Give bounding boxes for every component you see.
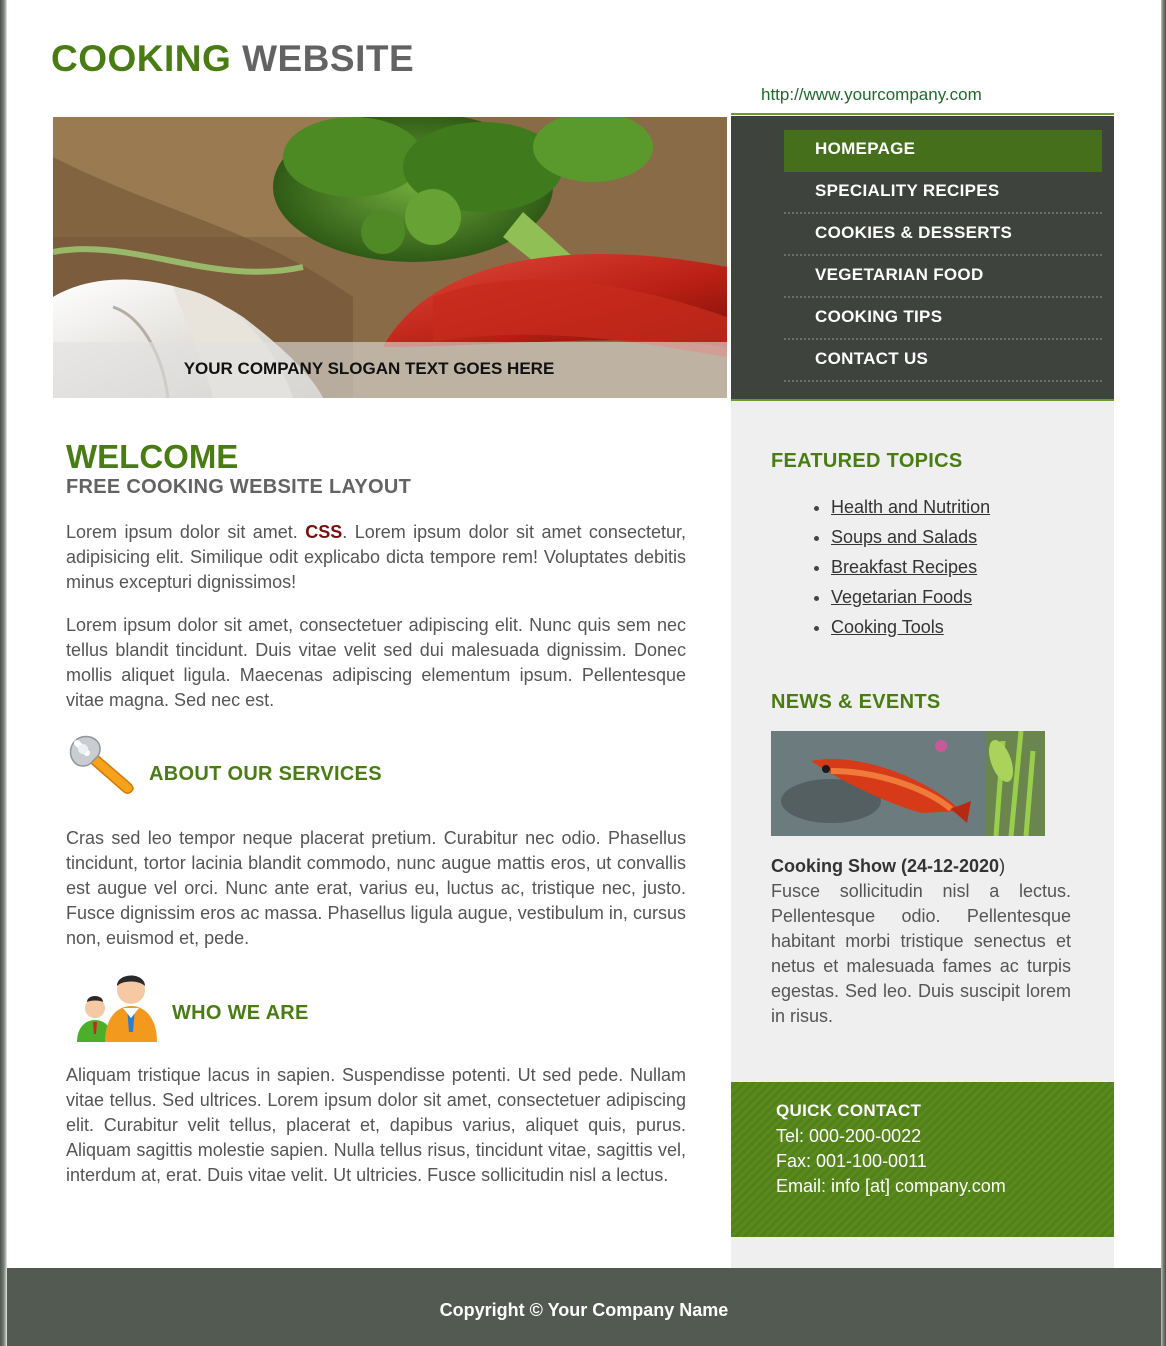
wrench-icon xyxy=(67,733,137,808)
header-divider xyxy=(731,113,1114,115)
css-highlight: CSS xyxy=(305,522,343,542)
intro-text-start: Lorem ipsum dolor sit amet. xyxy=(66,522,298,542)
page-container: COOKING WEBSITE http://www.yourcompany.c… xyxy=(7,0,1161,1268)
topic-link-health-nutrition[interactable]: Health and Nutrition xyxy=(831,497,990,517)
featured-topics-heading: FEATURED TOPICS xyxy=(771,450,963,472)
nav-item-speciality-recipes[interactable]: SPECIALITY RECIPES xyxy=(784,172,1102,214)
site-title[interactable]: COOKING WEBSITE xyxy=(51,38,414,80)
list-item: Health and Nutrition xyxy=(831,492,990,522)
copyright-text: Copyright © Your Company Name xyxy=(439,1300,729,1320)
contact-fax: Fax: 001-100-0011 xyxy=(776,1151,927,1171)
who-we-are-paragraph: Aliquam tristique lacus in sapien. Suspe… xyxy=(66,1065,686,1185)
list-item: Cooking Tools xyxy=(831,612,990,642)
contact-email[interactable]: Email: info [at] company.com xyxy=(776,1176,1006,1197)
services-heading: ABOUT OUR SERVICES xyxy=(149,763,382,785)
who-we-are-heading: WHO WE ARE xyxy=(172,1002,309,1024)
nav-item-vegetarian-food[interactable]: VEGETARIAN FOOD xyxy=(784,256,1102,298)
hero-banner: YOUR COMPANY SLOGAN TEXT GOES HERE xyxy=(53,117,727,398)
topic-link-cooking-tools[interactable]: Cooking Tools xyxy=(831,617,944,637)
news-koi-image[interactable] xyxy=(771,731,1045,836)
nav-item-cooking-tips[interactable]: COOKING TIPS xyxy=(784,298,1102,340)
site-title-website: WEBSITE xyxy=(242,38,415,79)
topic-link-vegetarian-foods[interactable]: Vegetarian Foods xyxy=(831,587,972,607)
quick-contact-heading: QUICK CONTACT xyxy=(776,1101,922,1120)
list-item: Soups and Salads xyxy=(831,522,990,552)
welcome-subtitle: FREE COOKING WEBSITE LAYOUT xyxy=(66,476,412,498)
featured-topics-list: Health and Nutrition Soups and Salads Br… xyxy=(731,492,990,642)
company-slogan: YOUR COMPANY SLOGAN TEXT GOES HERE xyxy=(183,359,555,378)
intro-paragraph: Lorem ipsum dolor sit amet. CSS. Lorem i… xyxy=(66,520,686,595)
nav-item-cookies-desserts[interactable]: COOKIES & DESSERTS xyxy=(784,214,1102,256)
news-events-heading: NEWS & EVENTS xyxy=(771,691,941,713)
second-paragraph: Lorem ipsum dolor sit amet, consectetuer… xyxy=(66,615,686,710)
list-item: Vegetarian Foods xyxy=(831,582,990,612)
list-item: Breakfast Recipes xyxy=(831,552,990,582)
news-title-bold: Cooking Show (24-12-2020 xyxy=(771,856,1000,876)
topic-link-soups-salads[interactable]: Soups and Salads xyxy=(831,527,977,547)
site-title-cooking: COOKING xyxy=(51,38,232,79)
news-title-close: ) xyxy=(999,856,1006,876)
main-navigation: HOMEPAGE SPECIALITY RECIPES COOKIES & DE… xyxy=(731,116,1114,401)
welcome-heading: WELCOME xyxy=(66,438,239,475)
news-item-title[interactable]: Cooking Show (24-12-2020) xyxy=(771,856,1005,877)
contact-telephone: Tel: 000-200-0022 xyxy=(776,1126,922,1146)
nav-item-homepage[interactable]: HOMEPAGE xyxy=(784,130,1102,172)
news-item-body: Fusce sollicitudin nisl a lectus. Pellen… xyxy=(771,881,1071,1026)
topic-link-breakfast-recipes[interactable]: Breakfast Recipes xyxy=(831,557,977,577)
nav-item-contact-us[interactable]: CONTACT US xyxy=(784,340,1102,382)
services-paragraph: Cras sed leo tempor neque placerat preti… xyxy=(66,828,686,948)
nav-list: HOMEPAGE SPECIALITY RECIPES COOKIES & DE… xyxy=(784,130,1102,382)
footer: Copyright © Your Company Name xyxy=(7,1268,1161,1346)
company-url-link[interactable]: http://www.yourcompany.com xyxy=(761,85,982,105)
people-icon xyxy=(75,970,159,1049)
quick-contact-box: QUICK CONTACT Tel: 000-200-0022 Fax: 001… xyxy=(731,1082,1114,1237)
